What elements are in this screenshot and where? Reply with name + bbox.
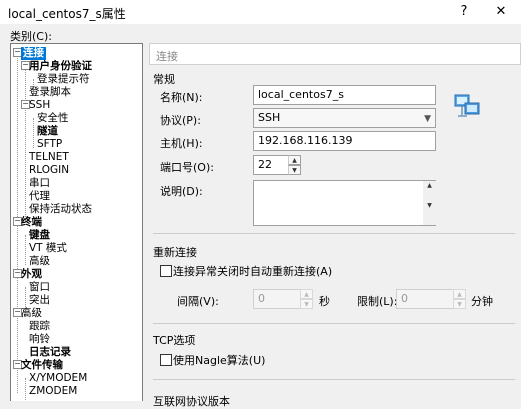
- properties-panel: 连接 常规 名称(N): local_centos7_s 协议(P): SSH …: [149, 43, 521, 408]
- port-field[interactable]: 22: [253, 155, 289, 175]
- tree-item-sftp[interactable]: SFTP: [37, 138, 62, 151]
- port-down-button[interactable]: ▼: [288, 165, 301, 175]
- tree-item-login-script[interactable]: 登录脚本: [29, 86, 71, 99]
- nagle-checkbox[interactable]: [160, 354, 172, 366]
- description-label: 说明(D):: [160, 185, 203, 198]
- host-field[interactable]: 192.168.116.139: [253, 131, 436, 151]
- description-field[interactable]: [253, 180, 436, 226]
- protocol-select[interactable]: SSH ▼: [253, 108, 436, 128]
- title-bar: local_centos7_s属性 ? ✕: [0, 0, 521, 24]
- auto-reconnect-label: 连接异常关闭时自动重新连接(A): [173, 265, 333, 278]
- interval-field[interactable]: 0: [253, 289, 301, 309]
- tree-item-window[interactable]: 窗口: [29, 281, 50, 294]
- interval-label: 间隔(V):: [177, 295, 219, 308]
- tree-item-keepalive[interactable]: 保持活动状态: [29, 203, 92, 216]
- tree-item-rlogin[interactable]: RLOGIN: [29, 164, 69, 177]
- port-label: 端口号(O):: [160, 161, 214, 174]
- category-label: 类别(C):: [10, 30, 52, 43]
- host-label: 主机(H):: [160, 137, 203, 150]
- limit-down-button[interactable]: ▼: [453, 299, 466, 309]
- general-section-title: 常规: [153, 73, 175, 86]
- tree-item-logging[interactable]: 日志记录: [29, 346, 71, 359]
- description-scrollbar[interactable]: ▲ ▼: [423, 181, 436, 225]
- tree-item-tunnel[interactable]: 隧道: [37, 125, 58, 138]
- nagle-label: 使用Nagle算法(U): [173, 354, 266, 367]
- port-up-button[interactable]: ▲: [288, 155, 301, 165]
- limit-field[interactable]: 0: [396, 289, 454, 309]
- tree-item-bell[interactable]: 响铃: [29, 333, 50, 346]
- divider: [153, 323, 515, 324]
- name-field[interactable]: local_centos7_s: [253, 85, 436, 105]
- tree-item-auth[interactable]: 用户身份验证: [29, 60, 92, 73]
- protocol-value: SSH: [258, 111, 281, 124]
- limit-up-button[interactable]: ▲: [453, 289, 466, 299]
- tree-item-file-transfer[interactable]: 文件传输: [21, 359, 63, 372]
- tcp-section-title: TCP选项: [153, 334, 196, 347]
- divider: [153, 233, 515, 234]
- tree-item-zmodem[interactable]: ZMODEM: [29, 385, 77, 398]
- panel-header: 连接: [149, 43, 521, 65]
- tree-item-connection[interactable]: 连接: [21, 47, 46, 60]
- tree-item-xymodem[interactable]: X/YMODEM: [29, 372, 87, 385]
- tree-item-login-prompt[interactable]: 登录提示符: [37, 73, 90, 86]
- auto-reconnect-checkbox[interactable]: [160, 265, 172, 277]
- tree-item-serial[interactable]: 串口: [29, 177, 50, 190]
- window-title: local_centos7_s属性: [8, 7, 126, 21]
- name-label: 名称(N):: [160, 91, 203, 104]
- tree-item-keyboard[interactable]: 键盘: [29, 229, 50, 242]
- help-button[interactable]: ?: [452, 3, 476, 21]
- tree-item-proxy[interactable]: 代理: [29, 190, 50, 203]
- reconnect-section-title: 重新连接: [153, 246, 197, 259]
- tree-item-advanced[interactable]: 高级: [21, 307, 42, 320]
- close-button[interactable]: ✕: [489, 3, 513, 21]
- divider: [153, 379, 515, 380]
- chevron-down-icon: ▼: [424, 114, 431, 124]
- tree-item-appearance[interactable]: 外观: [21, 268, 42, 281]
- tree-item-telnet[interactable]: TELNET: [29, 151, 69, 164]
- tree-item-terminal-advanced[interactable]: 高级: [29, 255, 50, 268]
- tree-item-highlight[interactable]: 突出: [29, 294, 50, 307]
- protocol-label: 协议(P):: [160, 114, 201, 127]
- tree-item-security[interactable]: 安全性: [37, 112, 69, 125]
- interval-up-button[interactable]: ▲: [300, 289, 313, 299]
- interval-unit: 秒: [319, 295, 330, 308]
- limit-label: 限制(L):: [357, 295, 398, 308]
- network-icon: [454, 94, 480, 117]
- tree-item-trace[interactable]: 跟踪: [29, 320, 50, 333]
- limit-unit: 分钟: [471, 295, 493, 308]
- interval-down-button[interactable]: ▼: [300, 299, 313, 309]
- tree-item-terminal[interactable]: 终端: [21, 216, 42, 229]
- ip-version-section-title: 互联网协议版本: [153, 395, 230, 408]
- tree-item-vt-mode[interactable]: VT 模式: [29, 242, 67, 255]
- category-tree[interactable]: − 连接 − 用户身份验证 登录提示符 登录脚本 − SSH 安全性 隧道 SF…: [10, 43, 143, 401]
- tree-item-ssh[interactable]: SSH: [29, 99, 50, 112]
